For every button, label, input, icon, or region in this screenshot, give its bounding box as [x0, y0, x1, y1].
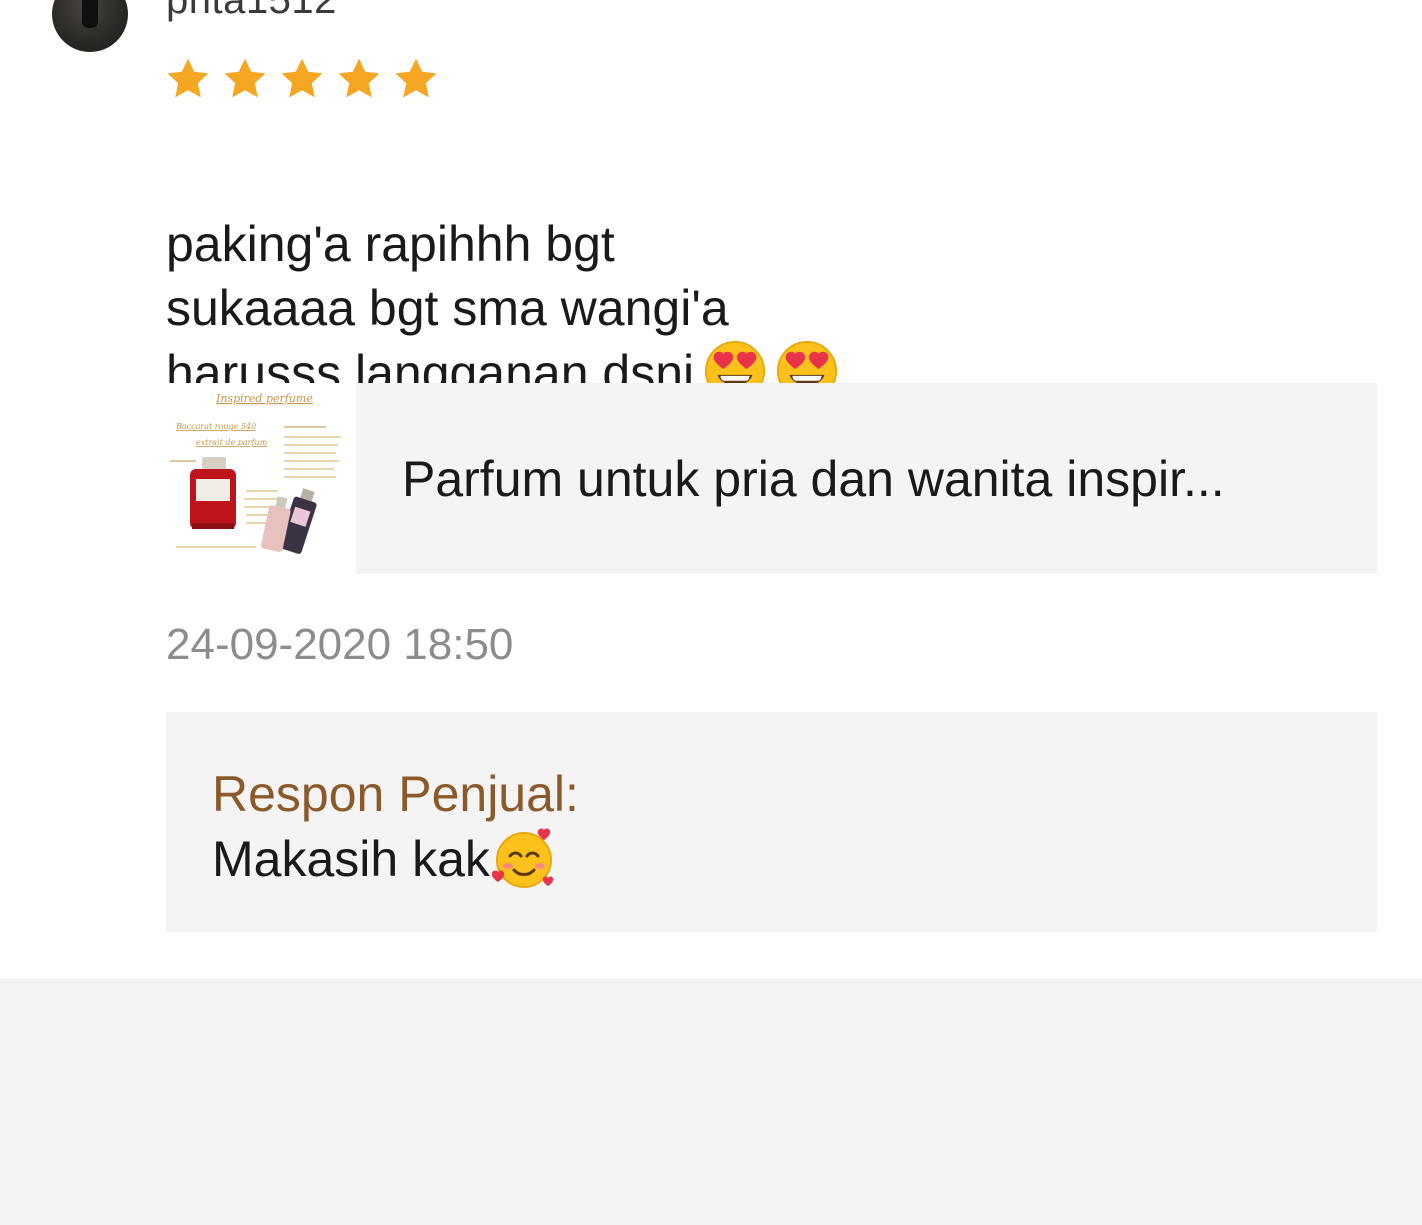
user-avatar[interactable]	[52, 0, 128, 52]
star-icon	[395, 58, 437, 98]
review-comment: paking'a rapihhh bgt sukaaaa bgt sma wan…	[166, 148, 838, 405]
star-icon	[224, 58, 266, 98]
product-link[interactable]: Inspired perfume Baccarat rouge 540 extr…	[166, 383, 1377, 574]
seller-response-label: Respon Penjual:	[212, 766, 579, 822]
product-thumbnail[interactable]: Inspired perfume Baccarat rouge 540 extr…	[166, 383, 356, 574]
star-icon	[338, 58, 380, 98]
perfume-thumbnail-image: Inspired perfume Baccarat rouge 540 extr…	[166, 383, 356, 574]
thumb-line2: extrait de parfum	[196, 438, 268, 447]
seller-response-text-line: Makasih kak	[212, 826, 1377, 891]
product-name[interactable]: Parfum untuk pria dan wanita inspir...	[402, 450, 1225, 508]
thumb-title: Inspired perfume	[215, 392, 313, 405]
review-card: pnta1512 paking'a rapihhh bgt sukaaaa bg…	[0, 0, 1422, 978]
seller-response: Respon Penjual: Makasih kak	[166, 712, 1377, 932]
thumb-line1: Baccarat rouge 540	[175, 422, 256, 431]
reviewer-username[interactable]: pnta1512	[166, 0, 337, 23]
star-icon	[281, 58, 323, 98]
review-timestamp: 24-09-2020 18:50	[166, 620, 514, 669]
star-icon	[167, 58, 209, 98]
seller-response-text: Makasih kak	[212, 831, 490, 887]
product-info[interactable]: Parfum untuk pria dan wanita inspir...	[356, 383, 1377, 574]
smiling-face-with-hearts-emoji	[491, 828, 554, 888]
review-comment-text: paking'a rapihhh bgt sukaaaa bgt sma wan…	[166, 216, 729, 401]
section-divider	[0, 978, 1422, 1225]
star-rating	[164, 55, 440, 103]
